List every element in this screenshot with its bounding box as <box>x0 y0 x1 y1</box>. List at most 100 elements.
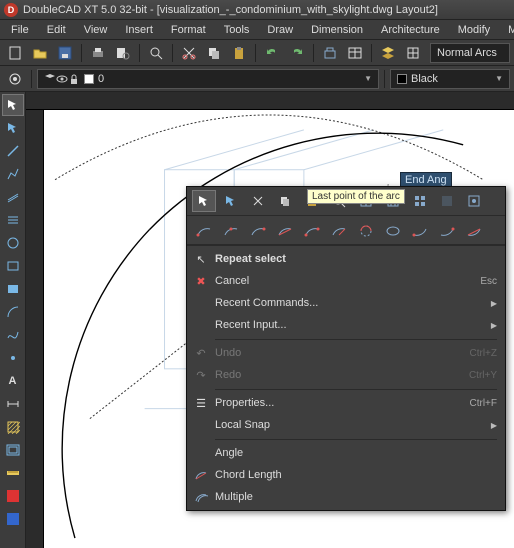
measure-tool[interactable] <box>2 462 24 484</box>
open-button[interactable] <box>29 42 51 64</box>
ctx-cut[interactable] <box>246 190 270 212</box>
line-tool[interactable] <box>2 140 24 162</box>
select-tool[interactable] <box>2 94 24 116</box>
menu-architecture[interactable]: Architecture <box>372 22 449 38</box>
layer-name: 0 <box>98 73 104 85</box>
ctx-local-snap[interactable]: Local Snap ▶ <box>187 414 505 436</box>
new-button[interactable] <box>4 42 26 64</box>
arc-tool[interactable] <box>2 301 24 323</box>
color-blue-tool[interactable] <box>2 508 24 530</box>
menu-insert[interactable]: Insert <box>116 22 162 38</box>
layer-dropdown[interactable]: 0 ▼ <box>37 69 379 89</box>
dimension-tool[interactable] <box>2 393 24 415</box>
find-button[interactable] <box>145 42 167 64</box>
table-button[interactable] <box>344 42 366 64</box>
circle-tool[interactable] <box>2 232 24 254</box>
menu-format[interactable]: Format <box>162 22 215 38</box>
tooltip: Last point of the arc <box>307 189 405 204</box>
menu-file[interactable]: File <box>2 22 38 38</box>
menu-edit[interactable]: Edit <box>38 22 75 38</box>
arc-mode-6[interactable] <box>327 219 351 241</box>
color-red-tool[interactable] <box>2 485 24 507</box>
linetype-dropdown[interactable]: Normal Arcs <box>430 43 510 63</box>
block-button[interactable] <box>319 42 341 64</box>
layer-color-swatch <box>84 74 94 84</box>
ctx-chord-length[interactable]: Chord Length <box>187 464 505 486</box>
props-icon: ☰ <box>191 397 211 410</box>
ctx-select-alt-tool[interactable] <box>219 190 243 212</box>
curve-tool[interactable] <box>2 324 24 346</box>
arc-mode-9[interactable] <box>408 219 432 241</box>
menubar: File Edit View Insert Format Tools Draw … <box>0 20 514 40</box>
hatch-button[interactable] <box>402 42 424 64</box>
tool-palette: A <box>0 92 26 548</box>
undo-icon: ↶ <box>191 347 211 360</box>
chevron-down-icon: ▼ <box>364 74 372 83</box>
text-tool[interactable]: A <box>2 370 24 392</box>
context-menu: ↖ Repeat select Last point of the arc ✖ … <box>187 245 505 510</box>
point-tool[interactable] <box>2 347 24 369</box>
ctx-properties[interactable]: ☰ Properties... Ctrl+F <box>187 392 505 414</box>
arc-mode-4[interactable] <box>273 219 297 241</box>
layer-toolbar: 0 ▼ Black ▼ <box>0 66 514 92</box>
menu-modify[interactable]: Modify <box>449 22 499 38</box>
ruler-horizontal <box>26 92 514 110</box>
ctx-repeat-select[interactable]: ↖ Repeat select Last point of the arc <box>187 248 505 270</box>
ctx-copy[interactable] <box>273 190 297 212</box>
menu-dimension[interactable]: Dimension <box>302 22 372 38</box>
arc-mode-10[interactable] <box>435 219 459 241</box>
cut-button[interactable] <box>178 42 200 64</box>
arc-mode-3[interactable] <box>246 219 270 241</box>
ctx-grid5[interactable] <box>462 190 486 212</box>
menu-tools[interactable]: Tools <box>215 22 259 38</box>
redo-icon: ↷ <box>191 369 211 382</box>
copy-button[interactable] <box>203 42 225 64</box>
ctx-multiple[interactable]: Multiple <box>187 486 505 508</box>
menu-modes[interactable]: Modes <box>499 22 514 38</box>
polyline-tool[interactable] <box>2 163 24 185</box>
main-toolbar: Normal Arcs <box>0 40 514 66</box>
color-dropdown[interactable]: Black ▼ <box>390 69 510 89</box>
arc-mode-11[interactable] <box>462 219 486 241</box>
chevron-down-icon: ▼ <box>495 74 503 83</box>
redo-button[interactable] <box>286 42 308 64</box>
viewport-tool[interactable] <box>2 439 24 461</box>
ctx-grid4[interactable] <box>435 190 459 212</box>
x-icon: ✖ <box>191 275 211 288</box>
layer-button[interactable] <box>377 42 399 64</box>
arc-mode-1[interactable] <box>192 219 216 241</box>
rect-fill-tool[interactable] <box>2 278 24 300</box>
arc-mode-5[interactable] <box>300 219 324 241</box>
paste-button[interactable] <box>228 42 250 64</box>
double-line-tool[interactable] <box>2 186 24 208</box>
menu-draw[interactable]: Draw <box>258 22 302 38</box>
multiline-tool[interactable] <box>2 209 24 231</box>
save-button[interactable] <box>54 42 76 64</box>
print-preview-button[interactable] <box>112 42 134 64</box>
rect-outline-tool[interactable] <box>2 255 24 277</box>
window-title: DoubleCAD XT 5.0 32-bit - [visualization… <box>23 4 438 16</box>
hatch-tool[interactable] <box>2 416 24 438</box>
menu-view[interactable]: View <box>75 22 117 38</box>
arc-mode-7[interactable] <box>354 219 378 241</box>
workarea: A <box>0 92 514 548</box>
linetype-value: Normal Arcs <box>437 47 497 59</box>
ctx-angle[interactable]: Angle <box>187 442 505 464</box>
select-similar-tool[interactable] <box>2 117 24 139</box>
ctx-grid3[interactable] <box>408 190 432 212</box>
chord-icon <box>191 469 211 481</box>
chevron-right-icon: ▶ <box>491 299 497 308</box>
layer-stack-icon <box>44 73 56 85</box>
ctx-cancel[interactable]: ✖ Cancel Esc <box>187 270 505 292</box>
settings-button[interactable] <box>4 68 26 90</box>
undo-button[interactable] <box>261 42 283 64</box>
ctx-recent-input[interactable]: Recent Input... ▶ <box>187 314 505 336</box>
ctx-recent-commands[interactable]: Recent Commands... ▶ <box>187 292 505 314</box>
chevron-right-icon: ▶ <box>491 321 497 330</box>
arc-mode-8[interactable] <box>381 219 405 241</box>
ctx-select-tool[interactable] <box>192 190 216 212</box>
print-button[interactable] <box>87 42 109 64</box>
arc-mode-2[interactable] <box>219 219 243 241</box>
ruler-vertical <box>26 110 44 548</box>
chevron-right-icon: ▶ <box>491 421 497 430</box>
